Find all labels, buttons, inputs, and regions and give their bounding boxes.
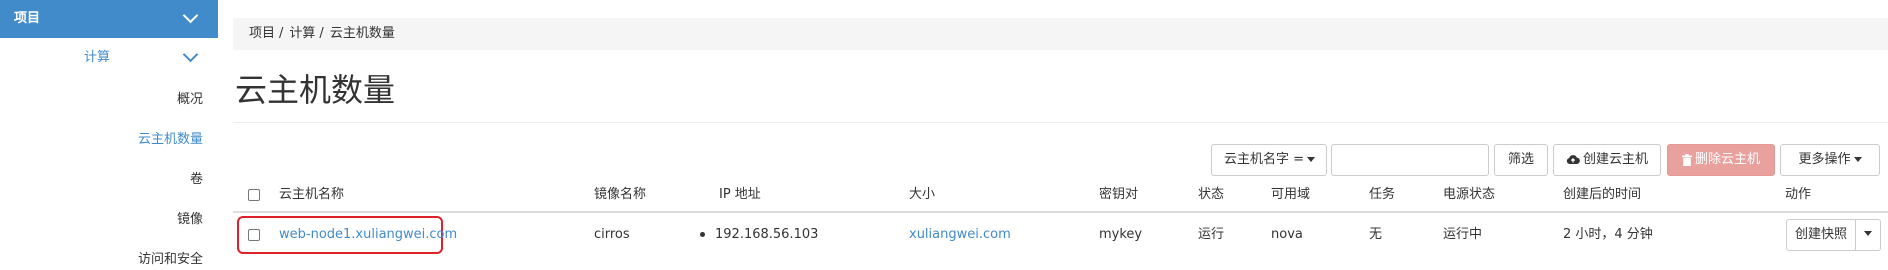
delete-instances-label: 删除云主机 — [1694, 152, 1760, 167]
breadcrumb-item-instances: 云主机数量 — [329, 26, 395, 41]
column-header-keypair[interactable]: 密钥对 — [1099, 186, 1138, 204]
instance-task: 无 — [1369, 227, 1383, 242]
row-action-group: 创建快照 — [1786, 219, 1881, 251]
instance-status: 运行 — [1198, 227, 1225, 242]
instance-zone: nova — [1271, 227, 1303, 242]
breadcrumb-separator: / — [279, 26, 284, 41]
sidebar-compute-label: 计算 — [84, 50, 111, 65]
create-instance-label: 创建云主机 — [1582, 152, 1648, 167]
sidebar-item-overview[interactable]: 概况 — [177, 90, 203, 110]
sidebar-item-instances[interactable]: 云主机数量 — [138, 130, 203, 150]
page-title: 云主机数量 — [235, 71, 396, 109]
caret-down-icon — [1853, 157, 1862, 162]
column-header-zone[interactable]: 可用域 — [1271, 186, 1310, 204]
title-divider — [233, 122, 1888, 123]
table-row: web-node1.xuliangwei.com cirros 192.168.… — [233, 213, 1888, 257]
main-content: 项目 / 计算 / 云主机数量 云主机数量 云主机名字 = 筛选 创建云主机 删除云主机… — [233, 0, 1888, 257]
filter-button[interactable]: 筛选 — [1494, 144, 1548, 176]
column-header-actions: 动作 — [1785, 187, 1812, 202]
instance-size-link[interactable]: xuliangwei.com — [909, 226, 1011, 244]
caret-down-icon — [1307, 157, 1316, 162]
select-all-checkbox[interactable] — [248, 189, 260, 201]
more-actions-button[interactable]: 更多操作 — [1780, 144, 1880, 176]
column-header-size[interactable]: 大小 — [909, 186, 935, 204]
sidebar-compute-header[interactable]: 计算 — [0, 46, 218, 68]
more-actions-label: 更多操作 — [1798, 152, 1851, 167]
instance-image: cirros — [594, 227, 630, 242]
cloud-upload-icon — [1566, 155, 1580, 165]
row-actions-dropdown[interactable] — [1855, 219, 1881, 251]
sidebar-project-label: 项目 — [14, 11, 41, 26]
create-snapshot-button[interactable]: 创建快照 — [1786, 219, 1856, 251]
instance-ip: 192.168.56.103 — [700, 226, 818, 244]
sidebar-item-access-security[interactable]: 访问和安全 — [138, 250, 203, 270]
sidebar-item-images[interactable]: 镜像 — [177, 210, 203, 230]
trash-icon — [1681, 153, 1692, 166]
table-header: 云主机名称 镜像名称 IP 地址 大小 密钥对 状态 可用域 任务 电源状态 创… — [233, 180, 1888, 211]
breadcrumb-item-project[interactable]: 项目 — [249, 26, 275, 41]
breadcrumb-separator: / — [319, 26, 324, 41]
chevron-down-icon — [182, 46, 199, 63]
chevron-down-icon — [182, 7, 199, 24]
caret-down-icon — [1864, 231, 1872, 236]
column-header-task[interactable]: 任务 — [1369, 186, 1395, 204]
filter-input[interactable] — [1331, 144, 1489, 176]
instance-age: 2 小时，4 分钟 — [1563, 227, 1653, 242]
column-header-power[interactable]: 电源状态 — [1443, 186, 1495, 204]
instance-keypair: mykey — [1099, 227, 1143, 242]
column-header-name[interactable]: 云主机名称 — [279, 186, 344, 204]
breadcrumb-item-compute[interactable]: 计算 — [289, 26, 315, 41]
breadcrumb: 项目 / 计算 / 云主机数量 — [233, 18, 1888, 50]
instance-name-link[interactable]: web-node1.xuliangwei.com — [279, 226, 457, 244]
column-header-ip[interactable]: IP 地址 — [719, 186, 761, 204]
column-header-age[interactable]: 创建后的时间 — [1563, 186, 1641, 204]
sidebar-item-volumes[interactable]: 卷 — [190, 170, 203, 190]
sidebar: 项目 计算 概况 云主机数量 卷 镜像 访问和安全 — [0, 0, 218, 267]
create-instance-button[interactable]: 创建云主机 — [1553, 144, 1661, 176]
filter-field-label: 云主机名字 = — [1224, 152, 1305, 167]
delete-instances-button[interactable]: 删除云主机 — [1667, 144, 1775, 176]
filter-field-select[interactable]: 云主机名字 = — [1211, 144, 1327, 176]
column-header-image[interactable]: 镜像名称 — [594, 186, 646, 204]
instance-power-state: 运行中 — [1443, 227, 1483, 242]
instance-ip-value: 192.168.56.103 — [715, 227, 819, 242]
sidebar-project-header[interactable]: 项目 — [0, 0, 218, 38]
column-header-status[interactable]: 状态 — [1198, 186, 1224, 204]
bullet-icon — [700, 232, 705, 237]
